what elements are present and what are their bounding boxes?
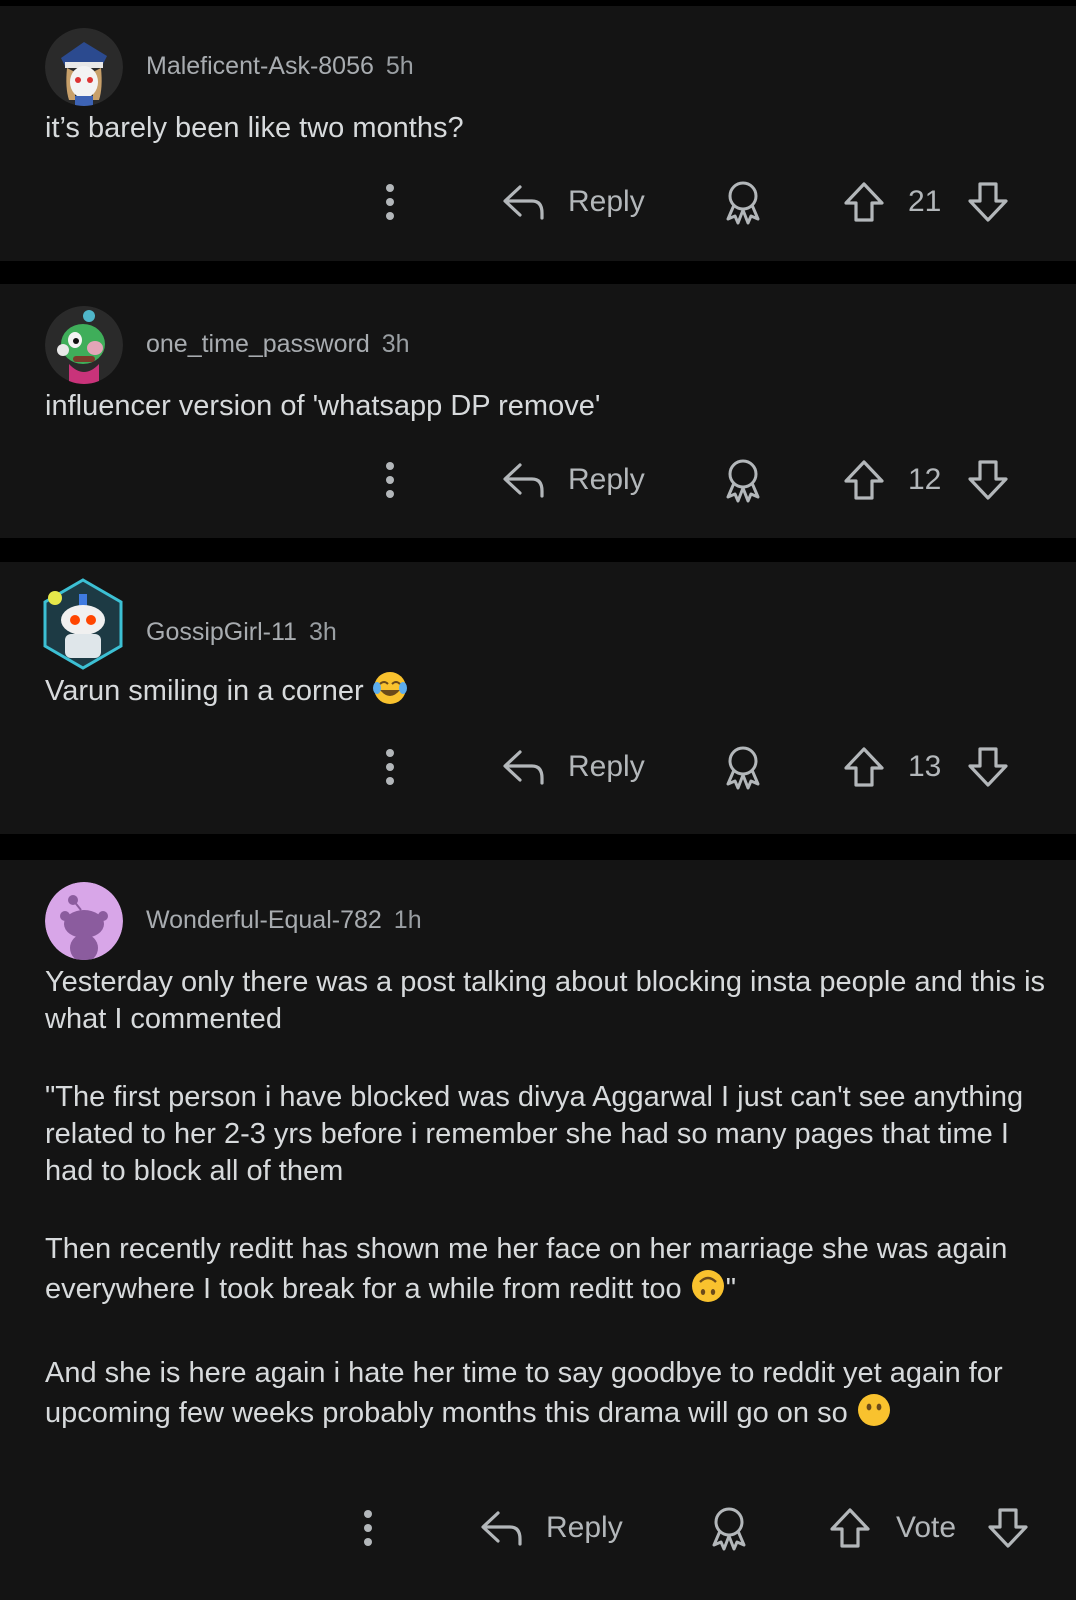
username[interactable]: Wonderful-Equal-782 (146, 906, 382, 934)
reply-label: Reply (568, 750, 645, 783)
award-icon (726, 181, 760, 225)
comment-card: Maleficent-Ask-8056 5h it’s barely been l… (0, 6, 1076, 261)
comment-card: GossipGirl-11 3h Varun smiling in a corne… (0, 562, 1076, 834)
upvote-arrow-icon (844, 747, 884, 787)
downvote-arrow-icon (988, 1508, 1028, 1548)
reply-label: Reply (568, 463, 645, 496)
comment-card: Wonderful-Equal-782 1h Yesterday only the… (0, 860, 1076, 1600)
comment-card: one_time_password 3h influencer version o… (0, 284, 1076, 538)
award-icon (726, 459, 760, 503)
comment-text: Varun smiling in a corner (45, 670, 1046, 716)
more-options-button[interactable] (384, 742, 396, 792)
more-vertical-icon (386, 462, 394, 498)
timestamp: 5h (385, 52, 414, 80)
score-label: 12 (908, 463, 942, 496)
reply-button[interactable]: Reply (480, 1503, 623, 1553)
avatar[interactable] (43, 578, 123, 670)
comment-actions: Reply 12 (0, 455, 1076, 505)
comment-paragraph: "The first person i have blocked was div… (45, 1081, 1024, 1187)
upvote-button[interactable] (842, 742, 886, 792)
timestamp: 3h (381, 330, 410, 358)
face-without-mouth-emoji (856, 1392, 892, 1438)
username[interactable]: one_time_password (146, 330, 370, 358)
timestamp: 1h (393, 906, 422, 934)
reply-arrow-icon (481, 1511, 522, 1546)
upvote-button[interactable] (842, 455, 886, 505)
award-icon (726, 746, 760, 790)
vote-label: Vote (896, 1511, 957, 1544)
award-button[interactable] (720, 455, 766, 505)
award-button[interactable] (720, 177, 766, 227)
more-options-button[interactable] (384, 177, 396, 227)
comment-actions: Reply Vote (0, 1503, 1076, 1553)
upvote-arrow-icon (830, 1508, 870, 1548)
award-button[interactable] (706, 1503, 752, 1553)
face-with-tears-of-joy-emoji (372, 670, 408, 716)
upvote-arrow-icon (844, 182, 884, 222)
downvote-arrow-icon (968, 460, 1008, 500)
timestamp: 3h (308, 618, 337, 646)
award-button[interactable] (720, 742, 766, 792)
avatar[interactable] (45, 28, 123, 106)
score-label: 21 (908, 185, 942, 218)
upvote-button[interactable] (828, 1503, 872, 1553)
username[interactable]: GossipGirl-11 (146, 618, 297, 646)
comment-paragraph-text: Then recently reditt has shown me her fa… (45, 1233, 1008, 1305)
avatar[interactable] (45, 882, 123, 960)
sailor-avatar-icon (45, 28, 123, 106)
more-options-button[interactable] (362, 1503, 374, 1553)
comment-text: influencer version of 'whatsapp DP remov… (45, 390, 601, 422)
vote-score: 12 (908, 455, 941, 505)
reply-button[interactable]: Reply (502, 742, 645, 792)
reply-label: Reply (568, 185, 645, 218)
vote-score: 13 (908, 742, 941, 792)
closing-quote: " (725, 1273, 737, 1305)
comment-paragraph: And she is here again i hate her time to… (45, 1355, 1046, 1438)
downvote-button[interactable] (966, 455, 1010, 505)
comment-meta: Wonderful-Equal-782 1h (146, 906, 422, 935)
comment-meta: one_time_password 3h (146, 330, 410, 359)
more-vertical-icon (386, 184, 394, 220)
more-vertical-icon (364, 1510, 372, 1546)
downvote-arrow-icon (968, 747, 1008, 787)
more-options-button[interactable] (384, 455, 396, 505)
upvote-arrow-icon (844, 460, 884, 500)
comment-actions: Reply 21 (0, 177, 1076, 227)
award-icon (712, 1507, 746, 1551)
reply-arrow-icon (503, 463, 544, 498)
comment-paragraph: Yesterday only there was a post talking … (45, 966, 1046, 1035)
purple-snoo-avatar-icon (45, 882, 123, 960)
username[interactable]: Maleficent-Ask-8056 (146, 52, 374, 80)
upvote-button[interactable] (842, 177, 886, 227)
comment-meta: GossipGirl-11 3h (146, 618, 337, 647)
score-label: 13 (908, 750, 942, 783)
vote-score: Vote (896, 1503, 956, 1553)
green-creature-avatar-icon (45, 306, 123, 384)
reply-button[interactable]: Reply (502, 177, 645, 227)
downvote-button[interactable] (986, 1503, 1030, 1553)
downvote-button[interactable] (966, 742, 1010, 792)
comment-meta: Maleficent-Ask-8056 5h (146, 52, 414, 81)
upside-down-face-emoji (690, 1268, 726, 1314)
vote-score: 21 (908, 177, 941, 227)
reply-button[interactable]: Reply (502, 455, 645, 505)
downvote-arrow-icon (968, 182, 1008, 222)
comment-actions: Reply 13 (0, 742, 1076, 792)
comment-text-content: Varun smiling in a corner (45, 675, 364, 707)
reply-arrow-icon (503, 750, 544, 785)
more-vertical-icon (386, 749, 394, 785)
comment-text: it’s barely been like two months? (45, 112, 464, 144)
reply-label: Reply (546, 1511, 623, 1544)
downvote-button[interactable] (966, 177, 1010, 227)
comment-body: Yesterday only there was a post talking … (45, 964, 1046, 1479)
robot-snoo-avatar-icon (43, 578, 123, 670)
avatar[interactable] (45, 306, 123, 384)
reply-arrow-icon (503, 185, 544, 220)
comment-paragraph: Then recently reditt has shown me her fa… (45, 1231, 1046, 1314)
